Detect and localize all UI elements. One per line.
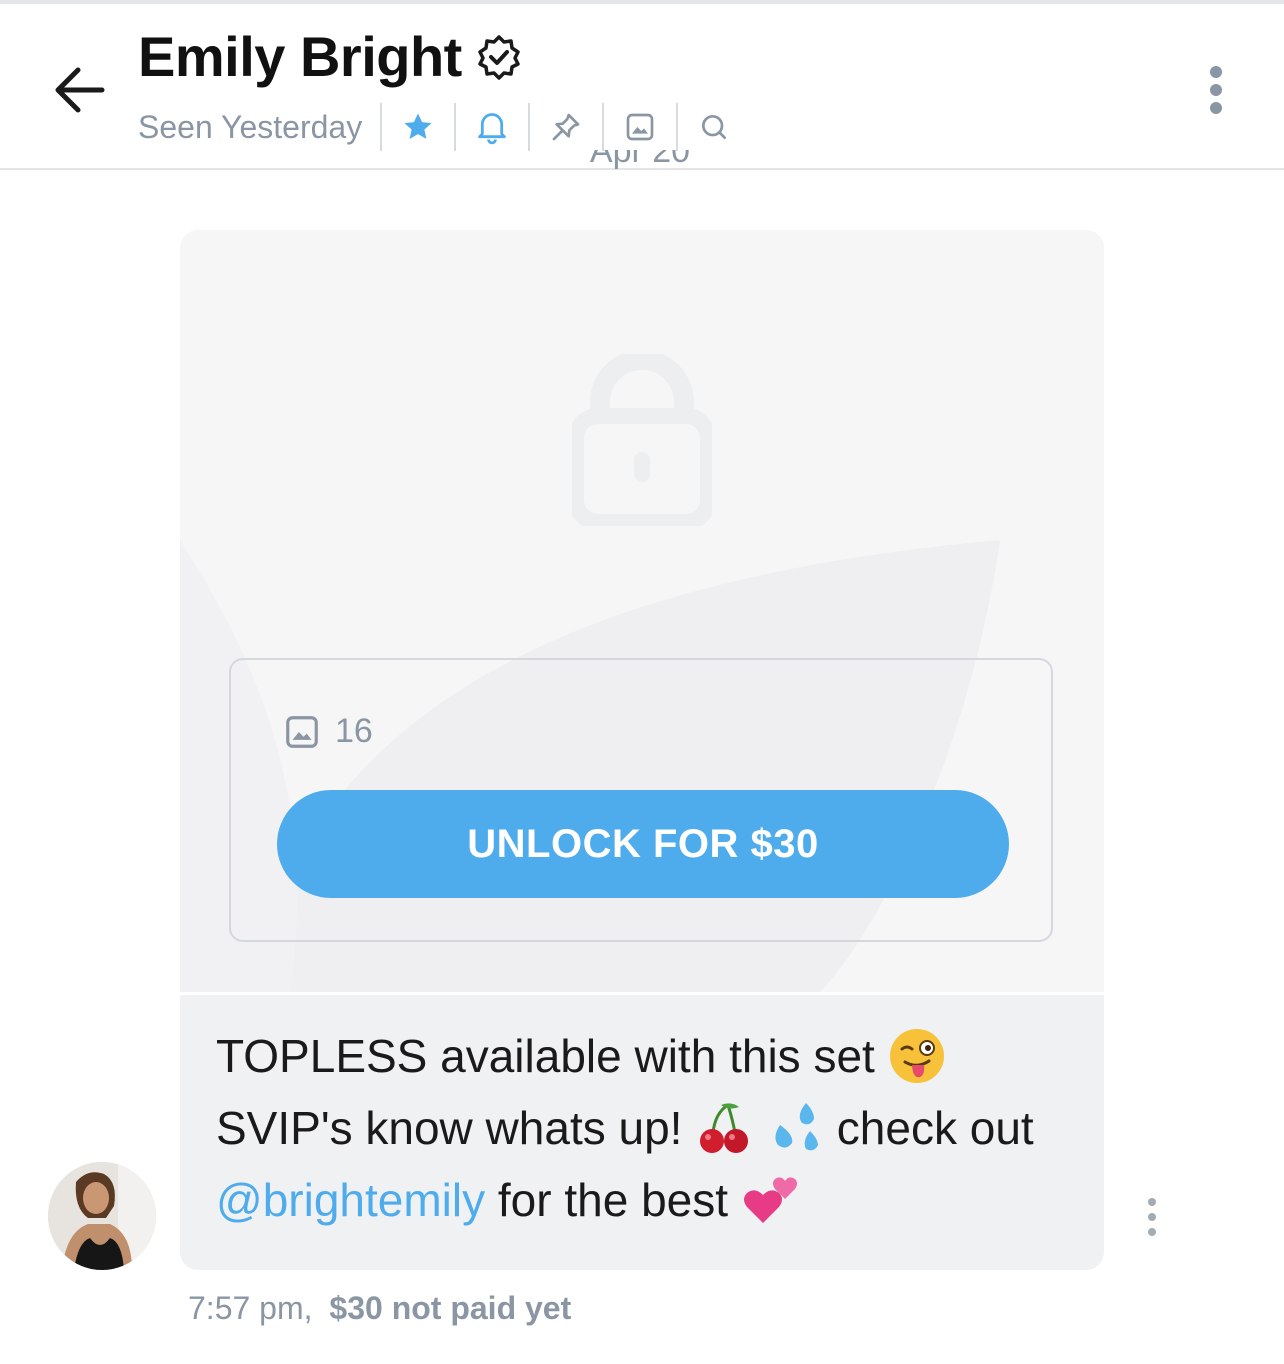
unlock-button[interactable]: UNLOCK FOR $30 bbox=[277, 790, 1009, 898]
cherries-emoji bbox=[700, 1103, 749, 1153]
bell-icon bbox=[478, 113, 507, 145]
search-icon bbox=[702, 115, 727, 139]
message-options-button[interactable] bbox=[1140, 1196, 1164, 1238]
seen-status: Seen Yesterday bbox=[138, 108, 363, 145]
message-text: TOPLESS available with this set SVIP's k… bbox=[216, 1020, 1076, 1236]
more-options-button[interactable] bbox=[1196, 64, 1236, 120]
avatar-photo bbox=[48, 1162, 156, 1270]
sweat-droplets-emoji bbox=[775, 1102, 819, 1151]
two-hearts-emoji bbox=[743, 1177, 797, 1223]
more-vertical-icon bbox=[1210, 66, 1222, 114]
winking-face-with-tongue-emoji bbox=[889, 1028, 944, 1083]
avatar[interactable] bbox=[48, 1162, 156, 1270]
gallery-button[interactable] bbox=[604, 103, 676, 151]
back-button[interactable] bbox=[50, 60, 110, 120]
lock-icon bbox=[572, 354, 712, 526]
message-line-2a: SVIP's know whats up! bbox=[216, 1102, 683, 1154]
verified-badge-icon bbox=[478, 34, 520, 80]
paid-message-card: 16 UNLOCK FOR $30 TOPLESS available with… bbox=[180, 230, 1104, 1270]
image-icon bbox=[286, 715, 318, 748]
message-line-2b: check out bbox=[836, 1102, 1034, 1154]
unlock-panel: 16 UNLOCK FOR $30 bbox=[229, 658, 1053, 942]
more-vertical-icon bbox=[1148, 1198, 1156, 1236]
message-time: 7:57 pm, bbox=[188, 1290, 313, 1326]
title-row: Emily Bright bbox=[138, 24, 522, 89]
arrow-left-icon bbox=[55, 67, 105, 113]
message-meta: 7:57 pm, $30 not paid yet bbox=[188, 1290, 571, 1327]
locked-media-preview: 16 UNLOCK FOR $30 bbox=[180, 230, 1104, 992]
media-count: 16 bbox=[283, 712, 373, 751]
date-separator: Apr 20 bbox=[589, 150, 691, 170]
mention-link[interactable]: @brightemily bbox=[216, 1174, 485, 1226]
star-icon bbox=[404, 113, 432, 139]
search-button[interactable] bbox=[678, 103, 750, 151]
message-line-3: for the best bbox=[497, 1174, 729, 1226]
image-icon bbox=[626, 113, 654, 141]
card-divider bbox=[180, 992, 1104, 995]
page-title: Emily Bright bbox=[138, 25, 462, 88]
pin-icon bbox=[552, 113, 580, 141]
header-actions: Seen Yesterday bbox=[138, 102, 750, 152]
star-button[interactable] bbox=[382, 103, 454, 151]
payment-status: $30 not paid yet bbox=[329, 1290, 572, 1326]
media-count-value: 16 bbox=[335, 712, 373, 750]
message-line-1: TOPLESS available with this set bbox=[216, 1030, 875, 1082]
chat-header: Emily Bright Seen Yesterday bbox=[0, 4, 1284, 170]
notifications-button[interactable] bbox=[456, 103, 528, 151]
pin-button[interactable] bbox=[530, 103, 602, 151]
